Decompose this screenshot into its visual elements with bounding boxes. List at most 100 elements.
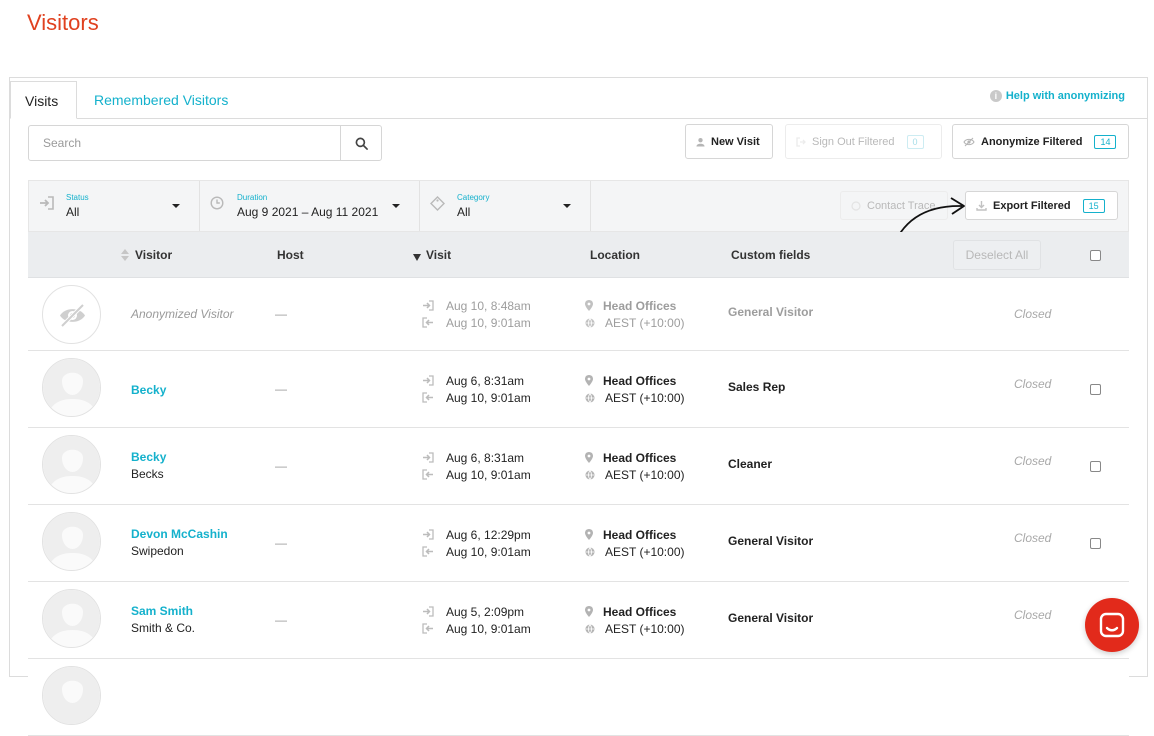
column-host[interactable]: Host (277, 248, 304, 262)
row-checkbox[interactable] (1090, 384, 1101, 395)
anonymize-count-badge: 14 (1094, 134, 1117, 149)
sign-out-filtered-button[interactable]: Sign Out Filtered 0 (785, 124, 942, 159)
caret-down-icon (172, 204, 180, 208)
download-icon (976, 201, 987, 211)
table-row[interactable]: Becky — Aug 6, 8:31am Aug 10, 9:01am Hea… (28, 351, 1129, 428)
sign-in-icon (423, 452, 434, 463)
map-pin-icon (585, 452, 593, 463)
host-value: — (275, 613, 287, 627)
visitor-name-link[interactable]: Becky (131, 450, 166, 464)
sign-in-time: Aug 10, 8:48am (446, 298, 531, 313)
contact-trace-icon (851, 200, 861, 211)
column-visit[interactable]: Visit (426, 248, 451, 262)
avatar (42, 358, 101, 417)
eye-slash-icon (60, 303, 85, 328)
export-filtered-button[interactable]: Export Filtered 15 (965, 191, 1118, 220)
sign-in-icon (423, 606, 434, 617)
location-cell: Head Offices AEST (+10:00) (585, 526, 685, 560)
search-button[interactable] (340, 126, 381, 160)
table-row[interactable] (28, 659, 1129, 736)
user-placeholder-icon (43, 436, 100, 493)
deselect-all-button[interactable]: Deselect All (953, 240, 1041, 270)
user-placeholder-icon (43, 590, 100, 647)
sort-descending-icon[interactable] (413, 254, 421, 261)
status-label: Closed (1014, 307, 1052, 321)
user-placeholder-icon (43, 513, 100, 570)
select-all-checkbox[interactable] (1090, 250, 1101, 261)
map-pin-icon (585, 375, 593, 386)
custom-field-value: General Visitor (728, 305, 814, 319)
visitor-name-link[interactable]: Becky (131, 383, 166, 397)
row-checkbox[interactable] (1090, 461, 1101, 472)
globe-icon (585, 546, 595, 557)
globe-icon (585, 392, 595, 403)
tag-icon (430, 196, 445, 211)
chat-launcher-button[interactable] (1085, 598, 1139, 652)
host-value: — (275, 382, 287, 396)
globe-icon (585, 317, 595, 328)
visitor-name: Becky Becks (131, 450, 166, 481)
location-name: Head Offices (603, 604, 677, 619)
new-visit-label: New Visit (711, 135, 760, 148)
sort-icon[interactable] (121, 249, 129, 261)
table-row[interactable]: Devon McCashin Swipedon — Aug 6, 12:29pm … (28, 505, 1129, 582)
caret-down-icon (392, 204, 400, 208)
column-visitor[interactable]: Visitor (135, 248, 172, 262)
new-visit-button[interactable]: New Visit (685, 124, 773, 159)
tab-visits[interactable]: Visits (10, 81, 77, 119)
custom-field-value: Cleaner (728, 457, 773, 471)
status-label: Closed (1014, 454, 1052, 468)
sign-out-filtered-label: Sign Out Filtered (812, 135, 895, 148)
table-row[interactable]: Anonymized Visitor — Aug 10, 8:48am Aug … (28, 278, 1129, 351)
sign-out-icon (422, 392, 433, 403)
table-header: Visitor Host Visit Location Custom field… (28, 232, 1129, 278)
search-input[interactable] (29, 126, 340, 160)
row-checkbox[interactable] (1090, 538, 1101, 549)
visitor-company: Swipedon (131, 544, 184, 558)
sign-out-count-badge: 0 (906, 134, 924, 149)
duration-filter[interactable]: Duration Aug 9 2021 – Aug 11 2021 (200, 181, 420, 231)
tab-divider (10, 118, 1147, 119)
user-placeholder-icon (43, 667, 100, 724)
map-pin-icon (585, 529, 593, 540)
clock-icon (210, 196, 224, 210)
timezone: AEST (+10:00) (605, 621, 685, 636)
sign-in-time: Aug 6, 8:31am (446, 373, 525, 388)
location-name: Head Offices (603, 527, 677, 542)
duration-filter-value: Aug 9 2021 – Aug 11 2021 (237, 205, 379, 219)
location-name: Head Offices (603, 298, 677, 313)
export-filtered-label: Export Filtered (993, 199, 1071, 212)
column-location[interactable]: Location (590, 248, 640, 262)
status-filter[interactable]: Status All (29, 181, 200, 231)
sign-in-icon (423, 529, 434, 540)
category-filter-label: Category (457, 193, 490, 202)
export-count-badge: 15 (1082, 198, 1105, 213)
table-row[interactable]: Becky Becks — Aug 6, 8:31am Aug 10, 9:01a… (28, 428, 1129, 505)
timezone: AEST (+10:00) (605, 467, 685, 482)
location-cell: Head Offices AEST (+10:00) (585, 297, 685, 331)
visitor-name: Devon McCashin Swipedon (131, 527, 228, 558)
visitor-name: Sam Smith Smith & Co. (131, 604, 195, 635)
duration-filter-label: Duration (237, 193, 268, 202)
anonymize-filtered-button[interactable]: Anonymize Filtered 14 (952, 124, 1129, 159)
host-value: — (275, 307, 287, 321)
user-placeholder-icon (43, 359, 100, 416)
sign-in-time: Aug 5, 2:09pm (446, 604, 525, 619)
info-icon: i (989, 90, 1002, 102)
person-icon (696, 137, 705, 146)
visitor-name-link[interactable]: Devon McCashin (131, 527, 228, 541)
visitor-name: Becky (131, 383, 166, 397)
sign-in-icon (423, 375, 434, 386)
visitor-name-link[interactable]: Sam Smith (131, 604, 195, 618)
tab-remembered-visitors[interactable]: Remembered Visitors (80, 81, 242, 119)
status-label: Closed (1014, 531, 1052, 545)
column-custom-fields[interactable]: Custom fields (731, 248, 810, 262)
avatar (42, 589, 101, 648)
table-row[interactable]: Sam Smith Smith & Co. — Aug 5, 2:09pm Aug… (28, 582, 1129, 659)
category-filter[interactable]: Category All (420, 181, 591, 231)
timezone: AEST (+10:00) (605, 544, 685, 559)
search-icon (355, 137, 368, 150)
help-label: Help with anonymizing (1005, 90, 1125, 102)
sign-out-time: Aug 10, 9:01am (446, 467, 531, 482)
help-link[interactable]: i Help with anonymizing (989, 90, 1125, 102)
